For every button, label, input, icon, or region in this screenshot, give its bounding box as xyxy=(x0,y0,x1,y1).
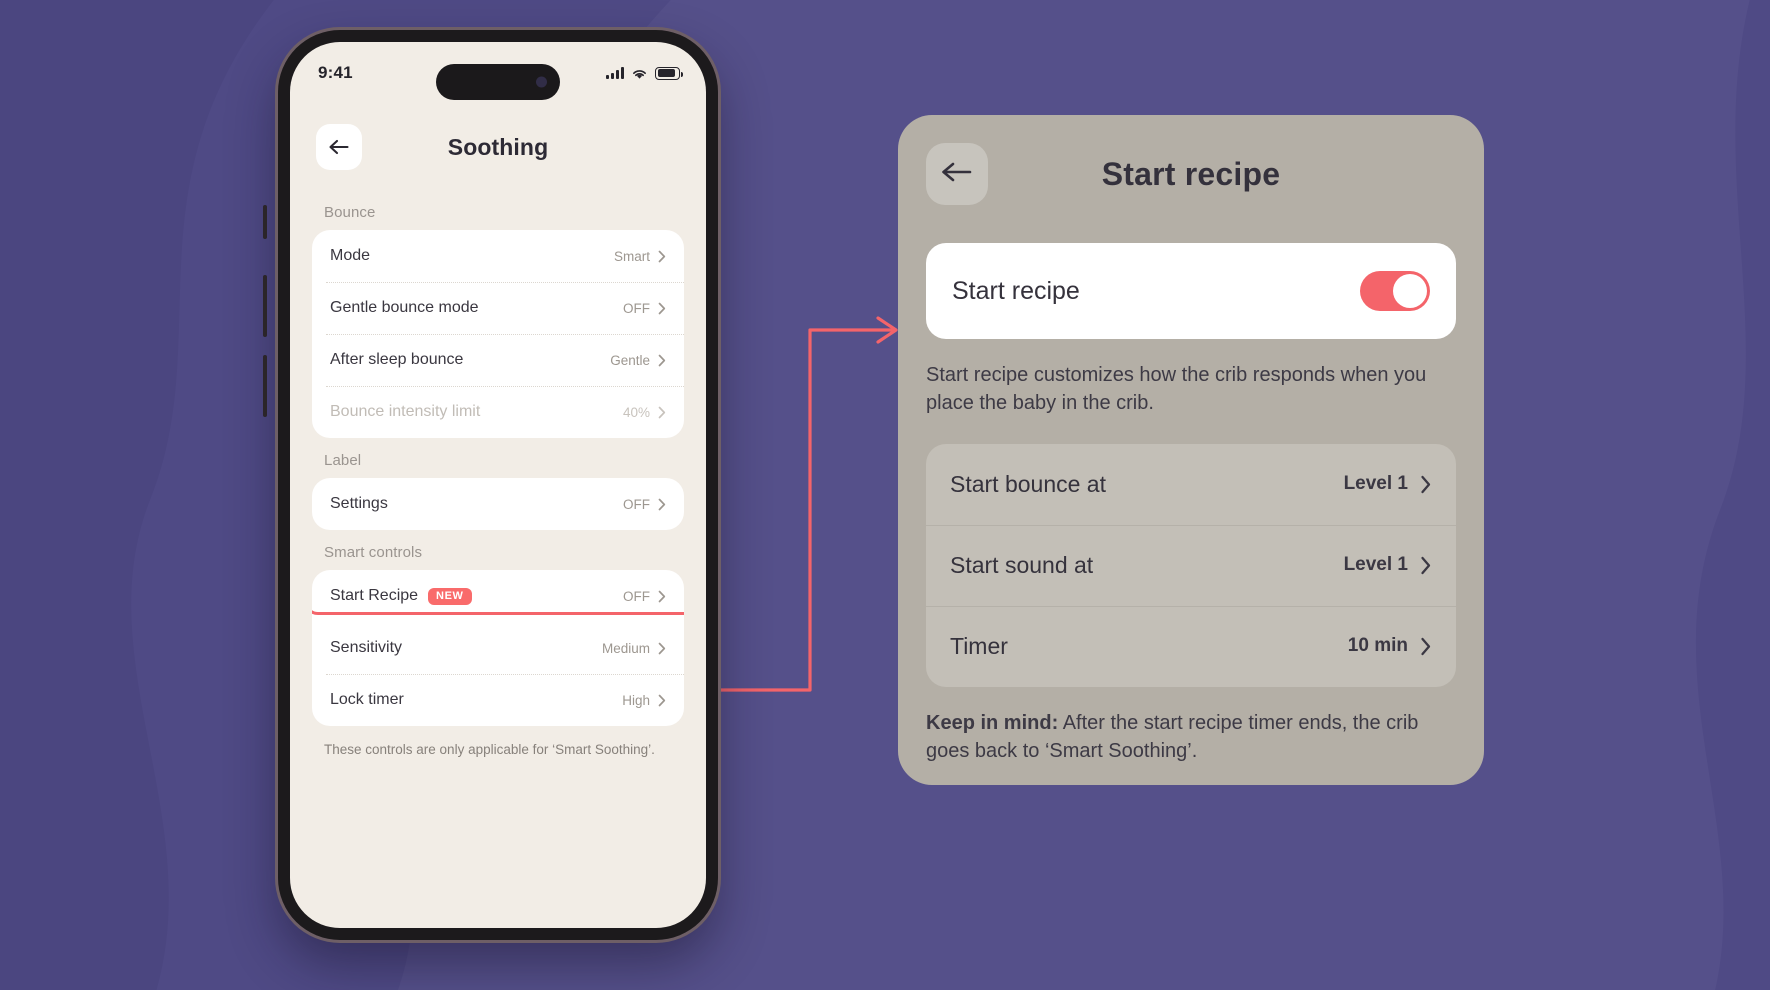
chevron-right-icon xyxy=(658,590,666,603)
section-label-smart-controls: Smart controls xyxy=(324,544,423,561)
list-item-value: 40% xyxy=(622,404,650,420)
list-item-value: Gentle xyxy=(610,352,650,368)
back-arrow-icon xyxy=(940,160,974,189)
chevron-right-icon xyxy=(658,354,666,367)
list-item-start-recipe[interactable]: Start Recipe NEW OFF xyxy=(312,570,684,622)
chevron-right-icon xyxy=(658,498,666,511)
back-arrow-icon xyxy=(328,139,350,155)
phone-volume-down-button xyxy=(263,355,267,417)
toggle-knob xyxy=(1393,274,1427,308)
list-item-value: Medium xyxy=(601,640,650,656)
list-item-label: Bounce intensity limit xyxy=(330,403,481,420)
list-item-label: Gentle bounce mode xyxy=(330,299,479,316)
list-item-lock-timer[interactable]: Lock timer High xyxy=(312,674,684,726)
list-item-gentle-bounce-mode[interactable]: Gentle bounce mode OFF xyxy=(312,282,684,334)
battery-icon xyxy=(655,66,683,80)
list-item-mode[interactable]: Mode Smart xyxy=(312,230,684,282)
chevron-right-icon xyxy=(658,302,666,315)
settings-group-label: Settings OFF xyxy=(312,478,684,530)
list-item-label: Settings xyxy=(330,495,388,512)
list-item-label: Timer xyxy=(950,632,1008,659)
list-item-value: OFF xyxy=(623,588,650,604)
list-item-value: OFF xyxy=(623,496,650,512)
list-item-value: Level 1 xyxy=(1343,473,1408,495)
status-bar-icons xyxy=(606,66,683,80)
panel-title: Start recipe xyxy=(1101,155,1281,192)
panel-description: Start recipe customizes how the crib res… xyxy=(926,364,1427,415)
chevron-right-icon xyxy=(1420,556,1432,575)
list-item-after-sleep-bounce[interactable]: After sleep bounce Gentle xyxy=(312,334,684,386)
phone-volume-up-button xyxy=(263,275,267,337)
front-camera-icon xyxy=(536,76,547,88)
chevron-right-icon xyxy=(1420,637,1432,656)
dynamic-island xyxy=(436,64,560,100)
chevron-right-icon xyxy=(1420,475,1432,494)
start-recipe-toggle[interactable] xyxy=(1360,271,1430,311)
start-recipe-panel: Start recipe Start recipe Start recipe c… xyxy=(898,115,1484,785)
list-item-start-sound-at[interactable]: Start sound at Level 1 xyxy=(926,524,1456,606)
section-label-label: Label xyxy=(324,452,362,469)
settings-group-smart-controls: Start Recipe NEW OFF Sensitivity Medium … xyxy=(312,570,684,726)
chevron-right-icon xyxy=(658,694,666,707)
note-bold-lead: Keep in mind: xyxy=(926,711,1059,734)
chevron-right-icon xyxy=(658,250,666,263)
list-item-label: Lock timer xyxy=(330,691,404,708)
cellular-signal-icon xyxy=(606,67,624,79)
list-item-label: Sensitivity xyxy=(330,639,403,656)
chevron-right-icon xyxy=(658,406,666,419)
list-item-label: Start bounce at xyxy=(950,470,1106,497)
chevron-right-icon xyxy=(658,642,666,655)
list-item-value: Level 1 xyxy=(1343,554,1408,576)
start-recipe-options-group: Start bounce at Level 1 Start sound at L… xyxy=(926,443,1456,687)
list-item-bounce-intensity-limit[interactable]: Bounce intensity limit 40% xyxy=(312,386,684,438)
panel-nav-header: Start recipe xyxy=(926,141,1456,207)
list-item-value: Smart xyxy=(613,248,650,264)
list-item-value: 10 min xyxy=(1347,635,1408,657)
panel-keep-in-mind-note: Keep in mind: After the start recipe tim… xyxy=(926,709,1456,766)
section-label-bounce: Bounce xyxy=(324,204,376,221)
settings-group-bounce: Mode Smart Gentle bounce mode OFF After … xyxy=(312,230,684,438)
settings-footnote: These controls are only applicable for ‘… xyxy=(324,742,655,757)
status-bar-time: 9:41 xyxy=(318,63,353,82)
screenshot-canvas: 9:41 Soothing Bounce Mode Smart Gentle b… xyxy=(0,0,1770,990)
background-waves xyxy=(0,0,1770,990)
list-item-start-bounce-at[interactable]: Start bounce at Level 1 xyxy=(926,444,1456,525)
list-item-label: After sleep bounce xyxy=(330,351,464,368)
start-recipe-toggle-row[interactable]: Start recipe xyxy=(926,243,1456,339)
phone-mute-switch xyxy=(263,205,267,239)
toggle-label: Start recipe xyxy=(952,276,1080,305)
settings-scroll-area: Bounce Mode Smart Gentle bounce mode OFF xyxy=(290,190,706,928)
list-item-value: OFF xyxy=(623,300,650,316)
panel-back-button[interactable] xyxy=(926,143,988,205)
list-item-label: Mode xyxy=(330,247,371,264)
wifi-icon xyxy=(633,69,646,79)
list-item-label: Start Recipe xyxy=(330,587,419,604)
phone-mockup: 9:41 Soothing Bounce Mode Smart Gentle b… xyxy=(263,30,718,940)
list-item-settings[interactable]: Settings OFF xyxy=(312,478,684,530)
list-item-label: Start sound at xyxy=(950,551,1094,578)
back-button[interactable] xyxy=(316,124,362,170)
list-item-value: High xyxy=(622,692,650,708)
list-item-sensitivity[interactable]: Sensitivity Medium xyxy=(312,622,684,674)
phone-nav-header: Soothing xyxy=(290,104,706,190)
new-badge: NEW xyxy=(428,587,472,605)
list-item-timer[interactable]: Timer 10 min xyxy=(926,605,1456,687)
phone-screen: 9:41 Soothing Bounce Mode Smart Gentle b… xyxy=(290,42,706,928)
